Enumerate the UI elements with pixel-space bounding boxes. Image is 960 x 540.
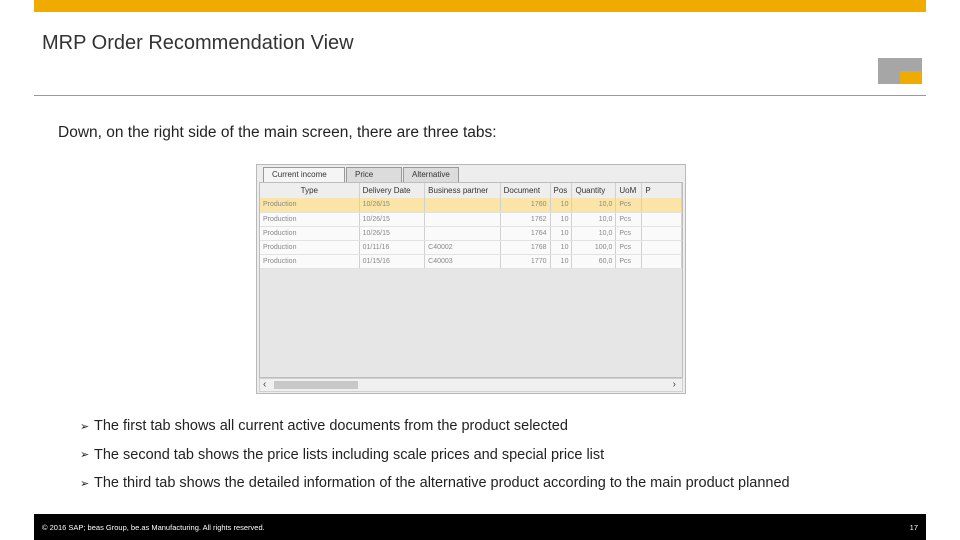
cell-type: Production	[260, 212, 360, 227]
column-header-document[interactable]: Document	[500, 183, 551, 198]
cell-type: Production	[260, 226, 360, 241]
cell-uom: Pcs	[615, 226, 643, 241]
column-header-pos[interactable]: Pos	[550, 183, 573, 198]
cell-quantity: 10,0	[571, 212, 617, 227]
cell-document: 1760	[500, 198, 551, 213]
chevron-right-icon[interactable]: ›	[673, 379, 676, 391]
cell-uom: Pcs	[615, 254, 643, 269]
column-header-delivery-date[interactable]: Delivery Date	[359, 183, 426, 198]
list-item: ➢ The first tab shows all current active…	[80, 412, 790, 441]
cell-type: Production	[260, 240, 360, 255]
order-recommendation-window: Current income Price Alternative Type De…	[256, 164, 686, 394]
list-item: ➢ The third tab shows the detailed infor…	[80, 469, 790, 498]
chevron-left-icon[interactable]: ‹	[263, 379, 266, 391]
cell-p	[641, 198, 682, 213]
cell-p	[641, 212, 682, 227]
column-header-type[interactable]: Type	[260, 183, 360, 198]
footer-bar: © 2016 SAP; beas Group, be.as Manufactur…	[34, 514, 926, 540]
tab-bar: Current income Price Alternative	[263, 167, 460, 182]
tab-alternative[interactable]: Alternative	[403, 167, 459, 182]
cell-business-partner: C40002	[424, 240, 501, 255]
table-row[interactable]: Production 10/26/15 1760 10 10,0 Pcs	[260, 198, 682, 213]
cell-p	[641, 226, 682, 241]
cell-pos: 10	[550, 198, 573, 213]
cell-delivery-date: 01/11/16	[359, 240, 426, 255]
bullet-text: The first tab shows all current active d…	[94, 418, 568, 435]
tab-price[interactable]: Price	[346, 167, 402, 182]
list-item: ➢ The second tab shows the price lists i…	[80, 441, 790, 470]
cell-business-partner: C40003	[424, 254, 501, 269]
scrollbar-thumb[interactable]	[274, 381, 358, 389]
cell-delivery-date: 10/26/15	[359, 212, 426, 227]
table-row[interactable]: Production 10/26/15 1764 10 10,0 Pcs	[260, 226, 682, 241]
cell-business-partner	[424, 198, 501, 213]
cell-delivery-date: 10/26/15	[359, 198, 426, 213]
cell-type: Production	[260, 254, 360, 269]
cell-pos: 10	[550, 226, 573, 241]
bullet-text: The second tab shows the price lists inc…	[94, 446, 605, 463]
documents-grid: Type Delivery Date Business partner Docu…	[259, 182, 683, 378]
sap-logo-icon	[878, 58, 922, 84]
table-row[interactable]: Production 10/26/15 1762 10 10,0 Pcs	[260, 212, 682, 227]
cell-type: Production	[260, 198, 360, 213]
cell-delivery-date: 10/26/15	[359, 226, 426, 241]
column-header-business-partner[interactable]: Business partner	[424, 183, 501, 198]
column-header-quantity[interactable]: Quantity	[571, 183, 617, 198]
cell-uom: Pcs	[615, 240, 643, 255]
bullet-text: The third tab shows the detailed informa…	[94, 475, 790, 492]
cell-pos: 10	[550, 254, 573, 269]
cell-p	[641, 240, 682, 255]
bullet-list: ➢ The first tab shows all current active…	[80, 412, 790, 498]
cell-business-partner	[424, 226, 501, 241]
cell-document: 1764	[500, 226, 551, 241]
arrow-bullet-icon: ➢	[80, 420, 90, 433]
cell-quantity: 10,0	[571, 226, 617, 241]
cell-document: 1768	[500, 240, 551, 255]
top-accent-bar	[34, 0, 926, 12]
cell-document: 1762	[500, 212, 551, 227]
intro-text: Down, on the right side of the main scre…	[58, 124, 497, 141]
column-header-p[interactable]: P	[641, 183, 682, 198]
cell-pos: 10	[550, 212, 573, 227]
slide-title: MRP Order Recommendation View	[42, 32, 354, 54]
cell-pos: 10	[550, 240, 573, 255]
cell-delivery-date: 01/15/16	[359, 254, 426, 269]
column-header-uom[interactable]: UoM	[615, 183, 643, 198]
tab-current-income[interactable]: Current income	[263, 167, 345, 182]
page-number: 17	[909, 523, 918, 532]
cell-uom: Pcs	[615, 212, 643, 227]
cell-business-partner	[424, 212, 501, 227]
cell-uom: Pcs	[615, 198, 643, 213]
cell-quantity: 10,0	[571, 198, 617, 213]
cell-p	[641, 254, 682, 269]
cell-quantity: 60,0	[571, 254, 617, 269]
horizontal-scrollbar[interactable]: ‹ ›	[259, 378, 683, 392]
cell-quantity: 100,0	[571, 240, 617, 255]
title-divider	[34, 95, 926, 96]
arrow-bullet-icon: ➢	[80, 477, 90, 490]
copyright-text: © 2016 SAP; beas Group, be.as Manufactur…	[42, 523, 265, 532]
table-row[interactable]: Production 01/15/16 C40003 1770 10 60,0 …	[260, 254, 682, 269]
arrow-bullet-icon: ➢	[80, 449, 90, 462]
table-row[interactable]: Production 01/11/16 C40002 1768 10 100,0…	[260, 240, 682, 255]
cell-document: 1770	[500, 254, 551, 269]
